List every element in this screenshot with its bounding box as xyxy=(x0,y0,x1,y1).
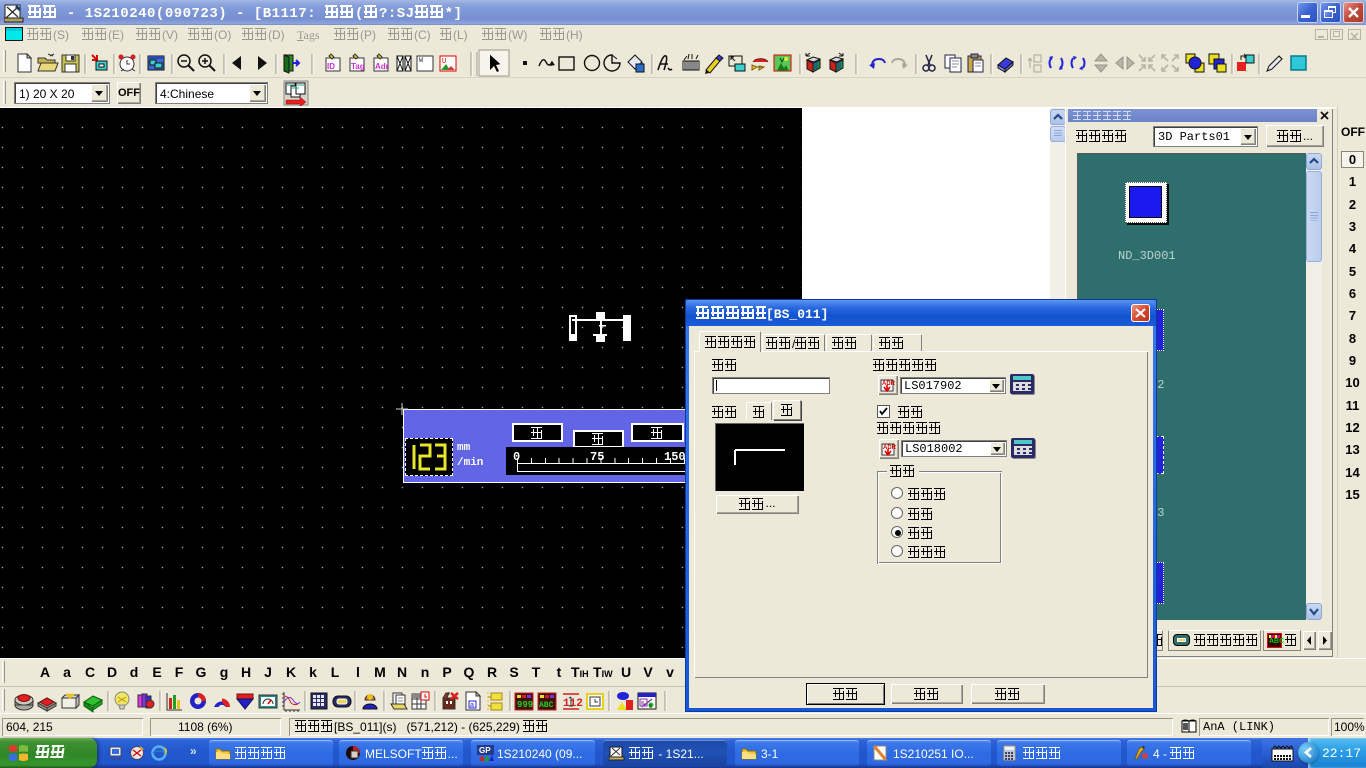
svg-text:ADR: ADR xyxy=(882,381,896,387)
svg-text:ABC: ABC xyxy=(539,701,554,710)
svg-text:a: a xyxy=(470,702,474,709)
svg-text:999: 999 xyxy=(517,700,533,710)
svg-text:Tag: Tag xyxy=(351,62,365,71)
svg-text:112: 112 xyxy=(563,698,583,710)
svg-text:GP: GP xyxy=(479,746,491,755)
svg-text:ID: ID xyxy=(327,62,335,71)
svg-text:ADR: ADR xyxy=(883,445,897,451)
svg-text:Adr: Adr xyxy=(375,62,389,71)
svg-text:6: 6 xyxy=(649,704,652,710)
